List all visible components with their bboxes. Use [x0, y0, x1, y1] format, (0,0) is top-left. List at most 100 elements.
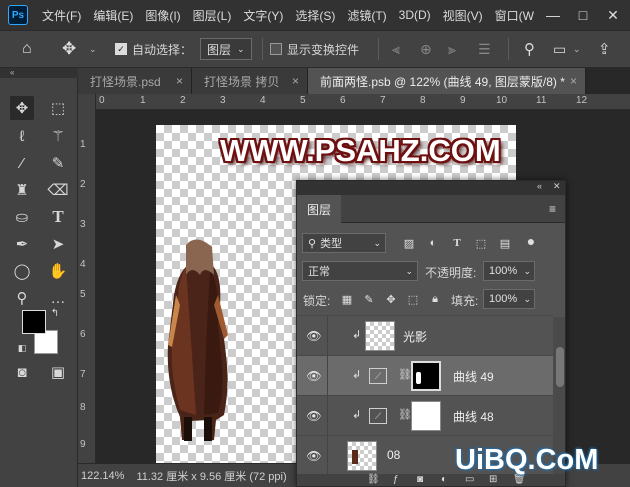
close-tab-icon[interactable]: × [570, 74, 577, 88]
blend-mode-dropdown[interactable]: 正常 ⌄ [302, 261, 418, 281]
smart-object-filter-icon[interactable]: ▤ [497, 235, 513, 251]
search-icon[interactable]: ⚲ [524, 31, 535, 67]
magic-wand-tool-icon[interactable]: ⚚ [46, 124, 70, 148]
home-icon[interactable]: ⌂ [22, 31, 32, 67]
tab-document-active[interactable]: 前面两怪.psb @ 122% (曲线 49, 图层蒙版/8) * × [308, 68, 586, 94]
move-tool-preset-icon[interactable]: ✥ [62, 31, 76, 67]
workspace-icon[interactable]: ▭ [553, 31, 566, 67]
screen-mode-icon[interactable]: ▣ [46, 360, 70, 384]
document-size[interactable]: 11.32 厘米 x 9.56 厘米 (72 ppi) [136, 468, 286, 484]
panel-menu-icon[interactable]: ≡ [549, 202, 556, 216]
fill-input[interactable]: 100% ⌄ [483, 289, 535, 309]
close-panel-icon[interactable]: ✕ [553, 181, 561, 192]
new-adjustment-icon[interactable]: ◐ [441, 474, 447, 485]
chevron-down-icon[interactable]: ⌄ [573, 31, 581, 67]
add-mask-icon[interactable]: ◙ [417, 474, 423, 485]
auto-select-target-dropdown[interactable]: 图层 ⌄ [200, 38, 252, 60]
collapse-toolbar-icon[interactable]: « [0, 68, 78, 78]
menu-type[interactable]: 文字(Y) [237, 7, 289, 24]
lasso-tool-icon[interactable]: ℓ [10, 124, 34, 148]
menu-image[interactable]: 图像(I) [139, 7, 186, 24]
menu-filter[interactable]: 滤镜(T) [341, 7, 392, 24]
vertical-ruler[interactable]: 1 2 3 4 5 6 7 8 9 [78, 94, 96, 463]
layer-style-icon[interactable]: ƒ [393, 474, 399, 485]
horizontal-ruler[interactable]: 0 1 2 3 4 5 6 7 8 9 10 11 12 [96, 94, 630, 110]
foreground-color-swatch[interactable] [22, 310, 46, 334]
ellipse-tool-icon[interactable]: ◯ [10, 259, 34, 283]
tab-layers[interactable]: 图层 [297, 195, 341, 223]
lock-artboard-icon[interactable]: ⬚ [405, 291, 421, 307]
lock-all-icon[interactable]: 🔒︎ [427, 291, 443, 307]
tab-document-2[interactable]: 打怪场景 拷贝 × [192, 68, 308, 94]
close-button[interactable]: ✕ [598, 0, 628, 30]
menu-layer[interactable]: 图层(L) [187, 7, 238, 24]
hand-tool-icon[interactable]: ✋ [46, 259, 70, 283]
filter-toggle-icon[interactable]: ● [523, 233, 539, 249]
collapse-panel-icon[interactable]: « [537, 181, 542, 191]
curves-adjustment-icon[interactable]: ⟋ [369, 368, 387, 384]
show-transform-checkbox[interactable] [270, 43, 282, 55]
show-transform-option[interactable]: 显示变换控件 [270, 31, 359, 67]
opacity-input[interactable]: 100% ⌄ [483, 261, 535, 281]
minimize-button[interactable]: — [538, 0, 568, 30]
align-right-icon[interactable]: ⫸ [448, 31, 456, 67]
auto-select-option[interactable]: ✓ 自动选择： [115, 31, 192, 67]
menu-window[interactable]: 窗口(W [489, 7, 540, 24]
brush-tool-icon[interactable]: ✎ [46, 151, 70, 175]
shape-filter-icon[interactable]: ⬚ [473, 235, 489, 251]
swap-colors-icon[interactable]: ↰ [48, 306, 62, 320]
paint-bucket-tool-icon[interactable]: ⛀ [10, 205, 34, 229]
layer-row-curves-49[interactable]: 👁︎ ↲ ⟋ ⛓︎ 曲线 49 [297, 355, 553, 396]
align-center-icon[interactable]: ⊕ [420, 31, 432, 67]
layer-row-guangying[interactable]: 👁︎ ↲ 光影 [297, 315, 553, 356]
close-tab-icon[interactable]: × [292, 74, 299, 88]
menu-file[interactable]: 文件(F) [36, 7, 87, 24]
lock-position-icon[interactable]: ✥ [383, 291, 399, 307]
layer-name[interactable]: 光影 [403, 328, 427, 345]
type-tool-icon[interactable]: T [46, 205, 70, 229]
marquee-tool-icon[interactable]: ⬚ [46, 96, 70, 120]
pen-tool-icon[interactable]: ✒ [10, 232, 34, 256]
auto-select-checkbox[interactable]: ✓ [115, 43, 127, 55]
tab-document-1[interactable]: 打怪场景.psd × [78, 68, 192, 94]
zoom-level[interactable]: 122.14% [81, 470, 124, 482]
layer-mask-thumbnail[interactable] [411, 361, 441, 391]
layer-name[interactable]: 曲线 48 [453, 408, 494, 425]
layer-mask-thumbnail[interactable] [411, 401, 441, 431]
visibility-eye-icon[interactable]: 👁︎ [305, 368, 323, 384]
path-selection-tool-icon[interactable]: ➤ [46, 232, 70, 256]
close-tab-icon[interactable]: × [176, 74, 183, 88]
menu-3d[interactable]: 3D(D) [393, 8, 437, 22]
scrollbar-thumb[interactable] [556, 347, 564, 387]
lock-pixels-icon[interactable]: ✎ [361, 291, 377, 307]
layer-filter-dropdown[interactable]: ⚲ 类型 ⌄ [302, 233, 386, 253]
smart-object-thumbnail[interactable] [347, 441, 377, 471]
link-chain-icon[interactable]: ⛓︎ [398, 408, 412, 421]
visibility-eye-icon[interactable]: 👁︎ [305, 328, 323, 344]
pixel-filter-icon[interactable]: ▨ [401, 235, 417, 251]
eyedropper-tool-icon[interactable]: ⁄ [10, 151, 34, 175]
lock-transparency-icon[interactable]: ▦ [339, 291, 355, 307]
menu-view[interactable]: 视图(V) [437, 7, 489, 24]
layer-name[interactable]: 08 [387, 448, 400, 462]
layer-row-curves-48[interactable]: 👁︎ ↲ ⟋ ⛓︎ 曲线 48 [297, 395, 553, 436]
visibility-eye-icon[interactable]: 👁︎ [305, 448, 323, 464]
link-chain-icon[interactable]: ⛓︎ [398, 368, 412, 381]
chevron-down-icon[interactable]: ⌄ [89, 31, 97, 67]
menu-edit[interactable]: 编辑(E) [87, 7, 139, 24]
curves-adjustment-icon[interactable]: ⟋ [369, 408, 387, 424]
stamp-tool-icon[interactable]: ♜ [10, 178, 34, 202]
visibility-eye-icon[interactable]: 👁︎ [305, 408, 323, 424]
default-colors-icon[interactable]: ◧ [16, 342, 28, 354]
quick-mask-icon[interactable]: ◙ [10, 360, 34, 384]
layer-name[interactable]: 曲线 49 [453, 368, 494, 385]
move-tool-icon[interactable]: ✥ [10, 96, 34, 120]
share-icon[interactable]: ⇪ [598, 31, 611, 67]
link-layers-icon[interactable]: ⛓︎ [367, 474, 380, 485]
adjustment-filter-icon[interactable]: ◐ [425, 235, 441, 251]
zoom-tool-icon[interactable]: ⚲ [10, 286, 34, 310]
maximize-button[interactable]: □ [568, 0, 598, 30]
eraser-tool-icon[interactable]: ⌫ [46, 178, 70, 202]
align-top-icon[interactable]: ☰ [478, 31, 491, 67]
align-left-icon[interactable]: ⫷ [392, 31, 400, 67]
